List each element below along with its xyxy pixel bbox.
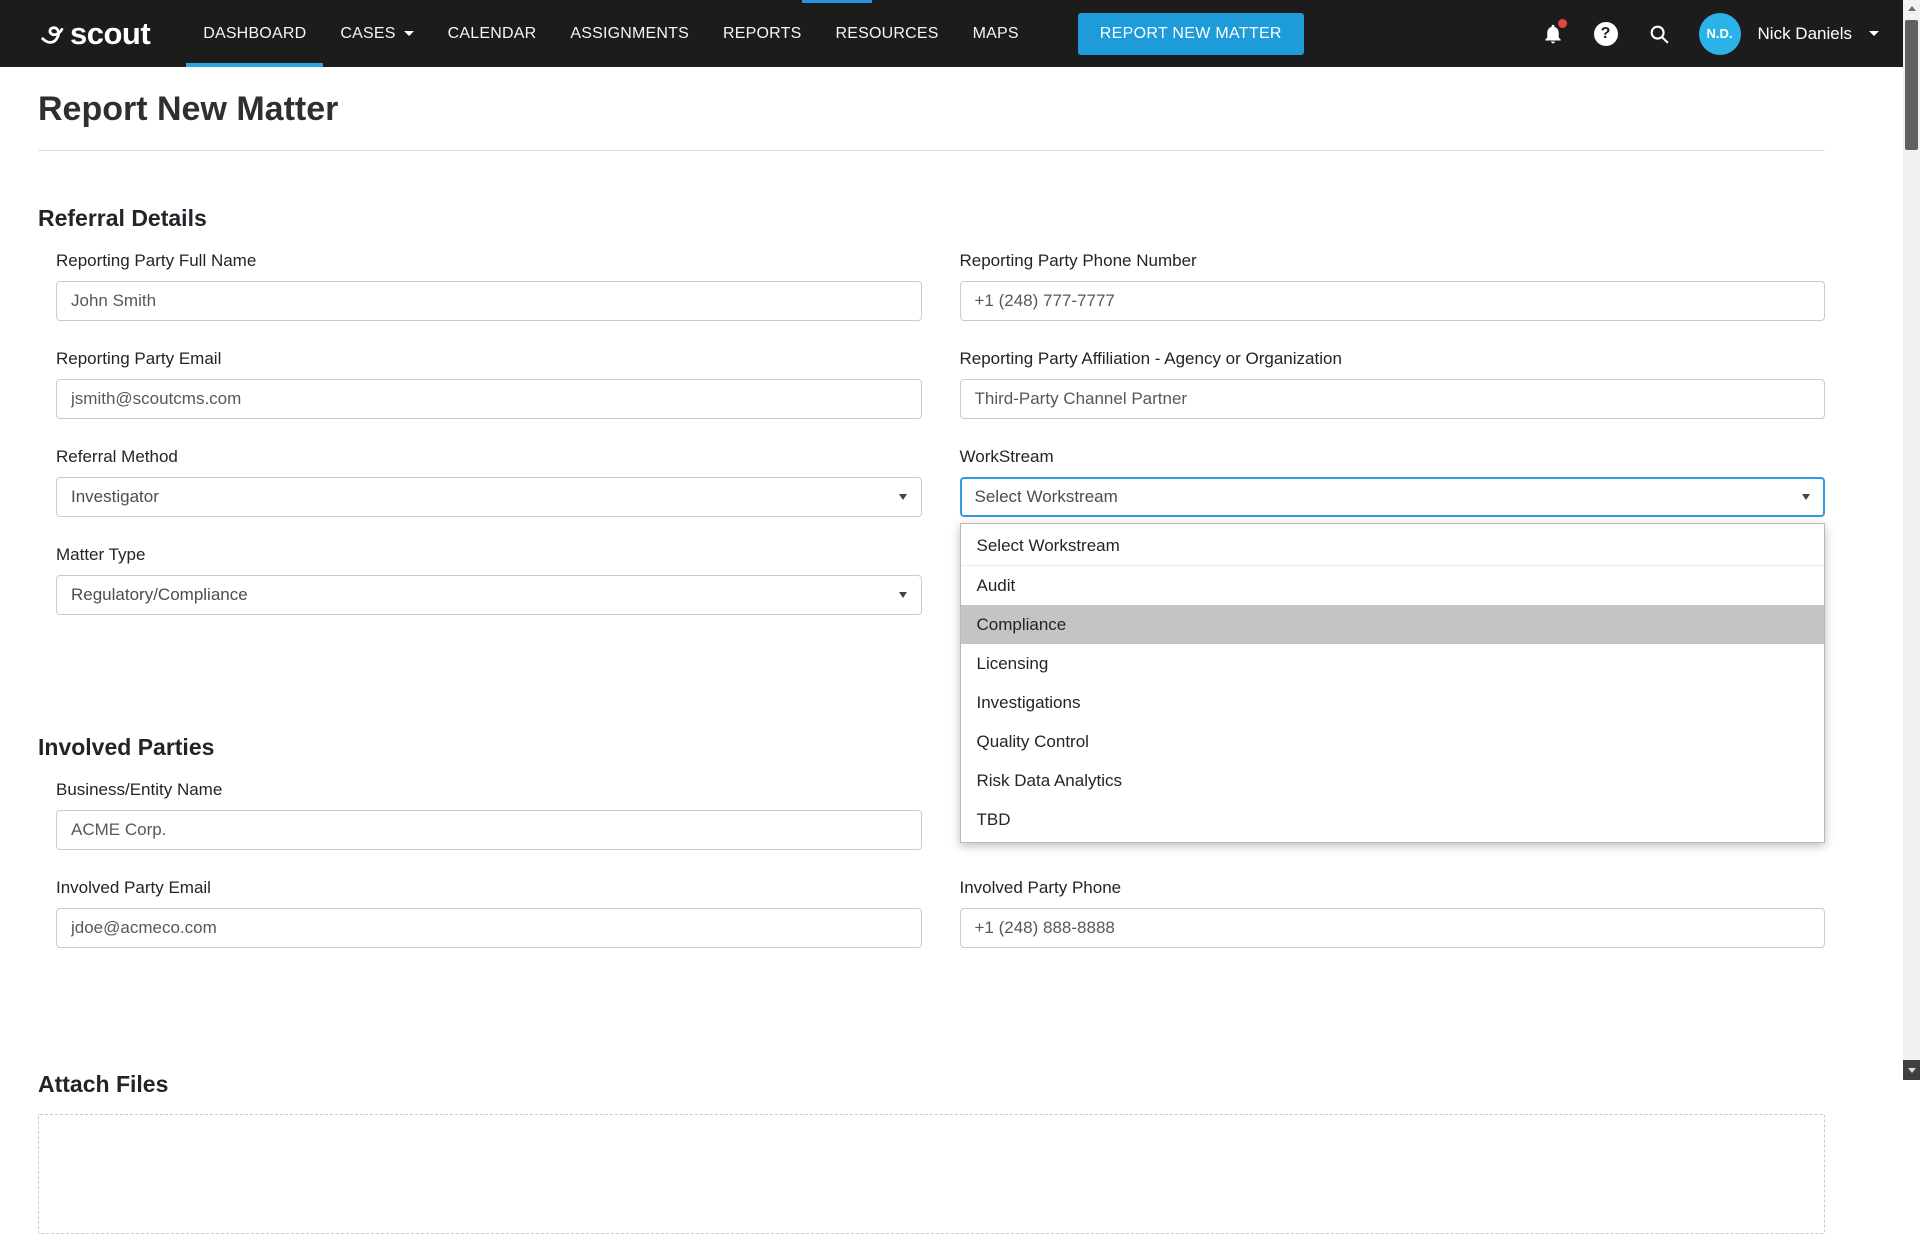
- nav-reports[interactable]: REPORTS: [706, 0, 818, 67]
- help-button[interactable]: ?: [1593, 21, 1619, 47]
- page-scrollbar[interactable]: [1903, 0, 1920, 1080]
- referral-method-value: Investigator: [71, 487, 159, 507]
- navbar: scout DASHBOARD CASES CALENDAR ASSIGNMEN…: [0, 0, 1903, 67]
- field-reporting-party-affiliation: Reporting Party Affiliation - Agency or …: [960, 348, 1826, 419]
- workstream-label: WorkStream: [960, 446, 1826, 467]
- search-icon: [1648, 23, 1670, 45]
- nav-assignments-label: ASSIGNMENTS: [570, 25, 689, 43]
- workstream-option[interactable]: Licensing: [961, 644, 1825, 683]
- nav-assignments[interactable]: ASSIGNMENTS: [553, 0, 706, 67]
- nav-cases[interactable]: CASES: [323, 0, 430, 67]
- referral-right-column: Reporting Party Phone Number Reporting P…: [960, 250, 1826, 642]
- workstream-option[interactable]: Audit: [961, 566, 1825, 605]
- reporting-party-email-input[interactable]: [56, 379, 922, 419]
- chevron-down-icon: [1802, 494, 1810, 500]
- reporting-party-full-name-input[interactable]: [56, 281, 922, 321]
- search-button[interactable]: [1646, 21, 1672, 47]
- user-menu[interactable]: Nick Daniels: [1758, 24, 1879, 44]
- scrollbar-up-arrow[interactable]: [1903, 0, 1920, 17]
- main-nav: DASHBOARD CASES CALENDAR ASSIGNMENTS REP…: [186, 0, 1036, 67]
- matter-type-select[interactable]: Regulatory/Compliance: [56, 575, 922, 615]
- referral-details-heading: Referral Details: [38, 205, 1825, 232]
- workstream-option[interactable]: Select Workstream: [961, 527, 1825, 566]
- scrollbar-thumb[interactable]: [1905, 20, 1918, 150]
- workstream-option[interactable]: Investigations: [961, 683, 1825, 722]
- referral-form-grid: Reporting Party Full Name Reporting Part…: [38, 250, 1825, 642]
- chevron-down-icon: [404, 31, 414, 36]
- report-new-matter-button[interactable]: REPORT NEW MATTER: [1078, 13, 1304, 55]
- attach-files-section: Attach Files: [38, 1071, 1825, 1234]
- reporting-party-phone-input[interactable]: [960, 281, 1826, 321]
- file-dropzone[interactable]: [38, 1114, 1825, 1234]
- nav-resources-label: RESOURCES: [835, 25, 938, 43]
- field-reporting-party-email: Reporting Party Email: [56, 348, 922, 419]
- referral-details-section: Referral Details Reporting Party Full Na…: [38, 205, 1825, 642]
- matter-type-label: Matter Type: [56, 544, 922, 565]
- field-referral-method: Referral Method Investigator: [56, 446, 922, 517]
- field-involved-party-email: Involved Party Email: [56, 877, 922, 948]
- scout-logo-icon: [38, 19, 68, 49]
- nav-calendar-label: CALENDAR: [448, 25, 537, 43]
- chevron-down-icon: [1869, 31, 1879, 36]
- attach-files-heading: Attach Files: [38, 1071, 1825, 1098]
- notifications-button[interactable]: [1540, 21, 1566, 47]
- avatar[interactable]: N.D.: [1699, 13, 1741, 55]
- page-content: Report New Matter Referral Details Repor…: [38, 89, 1825, 1234]
- reporting-party-affiliation-label: Reporting Party Affiliation - Agency or …: [960, 348, 1826, 369]
- involved-party-phone-input[interactable]: [960, 908, 1826, 948]
- reporting-party-email-label: Reporting Party Email: [56, 348, 922, 369]
- involved-party-email-label: Involved Party Email: [56, 877, 922, 898]
- field-reporting-party-phone: Reporting Party Phone Number: [960, 250, 1826, 321]
- reporting-party-affiliation-input[interactable]: [960, 379, 1826, 419]
- workstream-dropdown: Select Workstream Audit Compliance Licen…: [960, 523, 1826, 843]
- nav-calendar[interactable]: CALENDAR: [431, 0, 554, 67]
- field-involved-party-phone: Involved Party Phone: [960, 877, 1826, 948]
- reporting-party-full-name-label: Reporting Party Full Name: [56, 250, 922, 271]
- field-reporting-party-full-name: Reporting Party Full Name: [56, 250, 922, 321]
- notification-dot: [1558, 19, 1567, 28]
- field-workstream: WorkStream Select Workstream Select Work…: [960, 446, 1826, 517]
- referral-left-column: Reporting Party Full Name Reporting Part…: [56, 250, 922, 642]
- nav-maps-label: MAPS: [973, 25, 1019, 43]
- workstream-select[interactable]: Select Workstream: [960, 477, 1826, 517]
- user-name: Nick Daniels: [1758, 24, 1852, 44]
- business-entity-name-label: Business/Entity Name: [56, 779, 922, 800]
- navbar-right: ? N.D. Nick Daniels: [1540, 13, 1879, 55]
- field-business-entity-name: Business/Entity Name: [56, 779, 922, 850]
- scout-logo[interactable]: scout: [38, 16, 150, 52]
- workstream-option[interactable]: Quality Control: [961, 722, 1825, 761]
- involved-party-email-input[interactable]: [56, 908, 922, 948]
- top-blue-indicator: [802, 0, 872, 3]
- nav-reports-label: REPORTS: [723, 25, 801, 43]
- referral-method-label: Referral Method: [56, 446, 922, 467]
- workstream-value: Select Workstream: [975, 487, 1118, 507]
- nav-dashboard[interactable]: DASHBOARD: [186, 0, 323, 67]
- nav-maps[interactable]: MAPS: [956, 0, 1036, 67]
- title-divider: [38, 150, 1825, 151]
- reporting-party-phone-label: Reporting Party Phone Number: [960, 250, 1826, 271]
- involved-party-phone-label: Involved Party Phone: [960, 877, 1826, 898]
- business-entity-name-input[interactable]: [56, 810, 922, 850]
- chevron-down-icon: [899, 592, 907, 598]
- scrollbar-down-arrow[interactable]: [1903, 1060, 1920, 1080]
- nav-dashboard-label: DASHBOARD: [203, 25, 306, 43]
- page-title: Report New Matter: [38, 89, 1825, 130]
- avatar-initials: N.D.: [1707, 26, 1733, 41]
- workstream-option[interactable]: Compliance: [961, 605, 1825, 644]
- matter-type-value: Regulatory/Compliance: [71, 585, 248, 605]
- question-circle-icon: ?: [1594, 22, 1618, 46]
- workstream-option[interactable]: Risk Data Analytics: [961, 761, 1825, 800]
- workstream-option[interactable]: TBD: [961, 800, 1825, 839]
- nav-cases-label: CASES: [340, 25, 395, 43]
- referral-method-select[interactable]: Investigator: [56, 477, 922, 517]
- logo-text: scout: [70, 16, 150, 52]
- chevron-down-icon: [899, 494, 907, 500]
- nav-resources[interactable]: RESOURCES: [818, 0, 955, 67]
- field-matter-type: Matter Type Regulatory/Compliance: [56, 544, 922, 615]
